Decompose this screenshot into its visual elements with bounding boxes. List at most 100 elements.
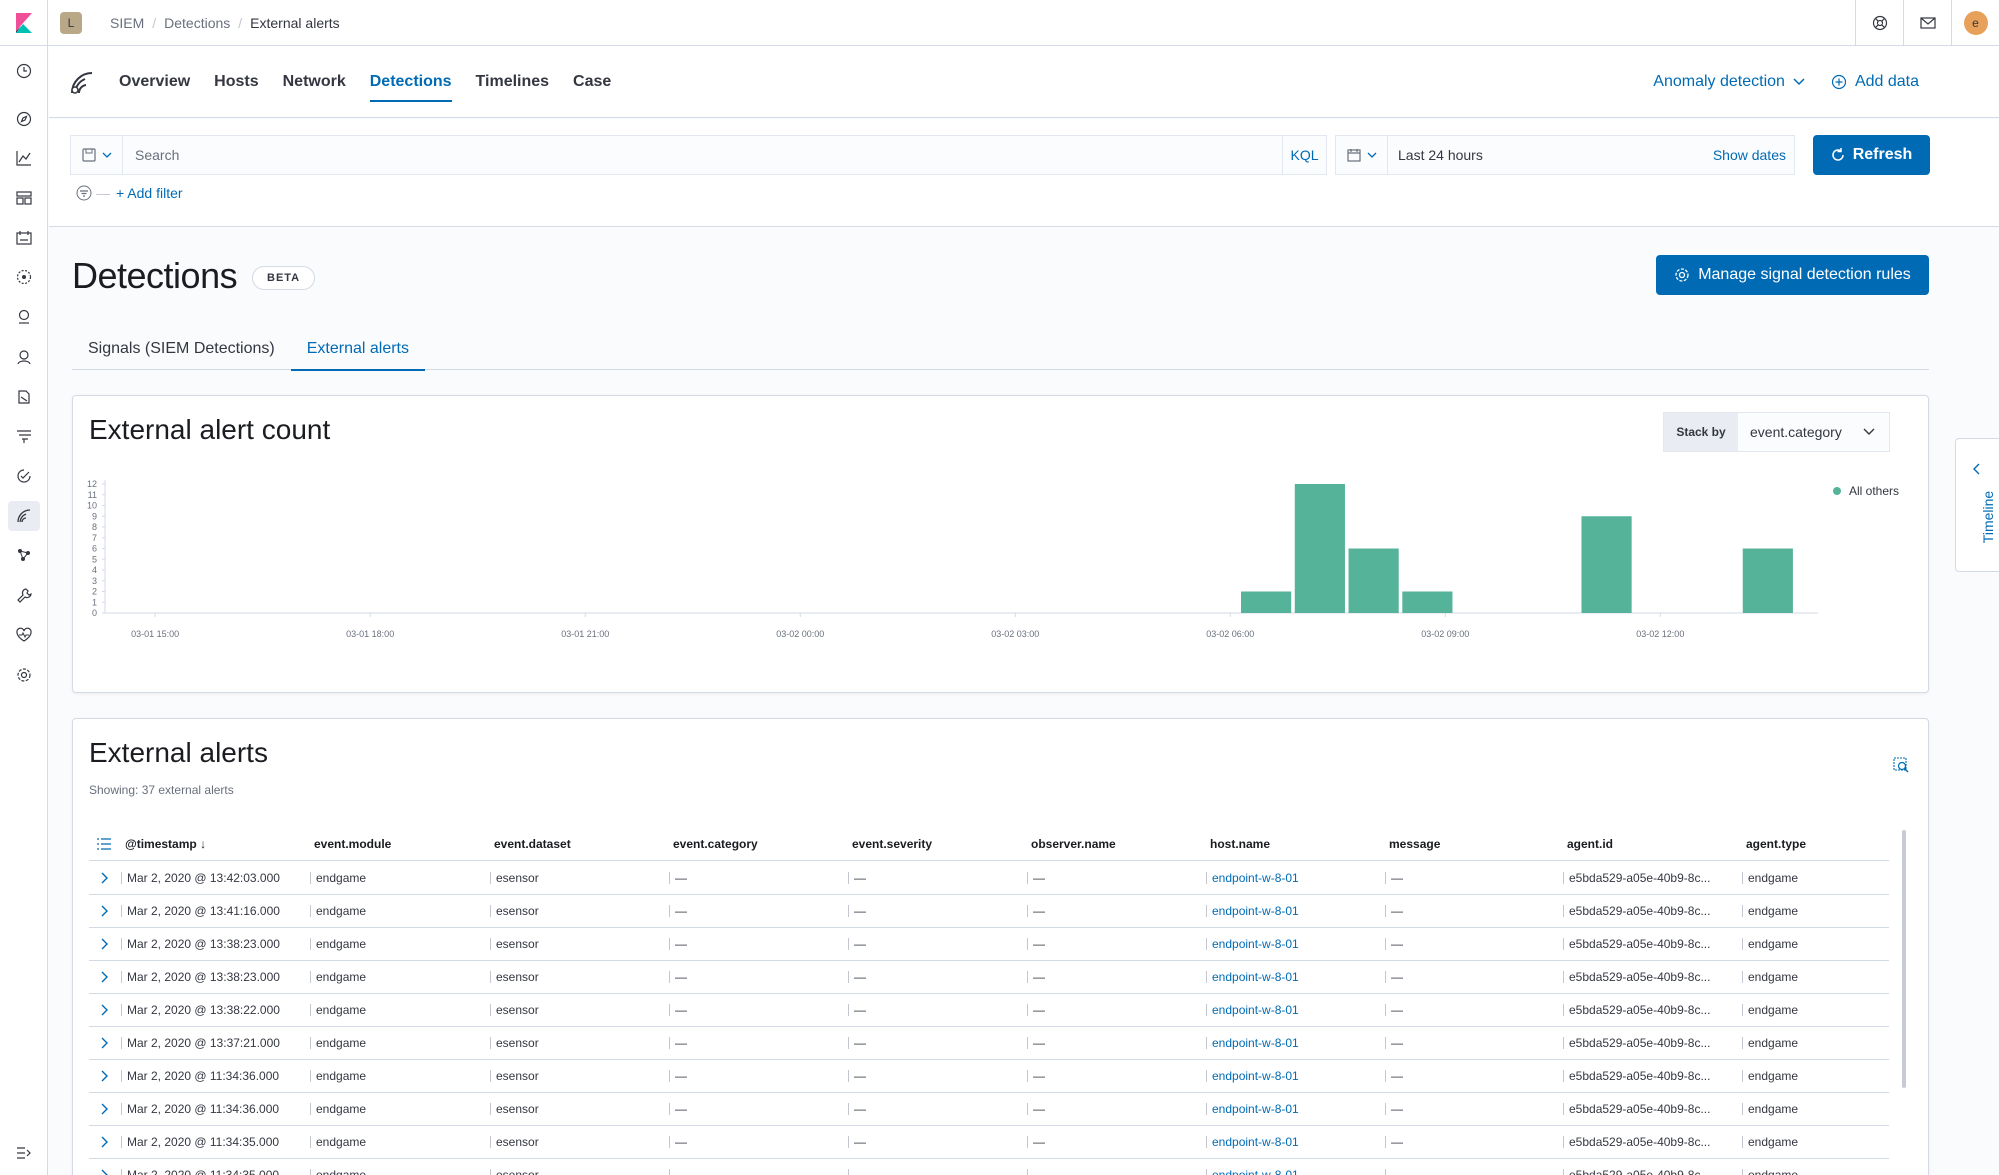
discover-icon[interactable] bbox=[13, 108, 35, 130]
drag-handle[interactable] bbox=[121, 1136, 122, 1148]
table-scrollbar[interactable] bbox=[1902, 830, 1906, 1088]
drag-handle[interactable] bbox=[310, 872, 311, 884]
date-range-label[interactable]: Last 24 hours bbox=[1388, 147, 1713, 163]
manage-rules-button[interactable]: Manage signal detection rules bbox=[1656, 255, 1929, 295]
cell-host-name[interactable]: endpoint-w-8-01 bbox=[1206, 1168, 1299, 1175]
drag-handle[interactable] bbox=[848, 971, 849, 983]
drag-handle[interactable] bbox=[490, 1004, 491, 1016]
space-avatar[interactable]: L bbox=[60, 11, 82, 34]
table-row[interactable]: Mar 2, 2020 @ 11:34:36.000 endgame esensor… bbox=[89, 1093, 1889, 1126]
drag-handle[interactable] bbox=[310, 938, 311, 950]
add-data-button[interactable]: Add data bbox=[1831, 73, 1919, 91]
drag-handle[interactable] bbox=[669, 872, 670, 884]
drag-handle[interactable] bbox=[1206, 938, 1207, 950]
expand-row-icon[interactable] bbox=[101, 905, 109, 917]
infra-icon[interactable] bbox=[13, 346, 35, 368]
timeline-flyout-button[interactable]: Timeline bbox=[1955, 438, 1999, 572]
chart-bar[interactable] bbox=[1294, 484, 1345, 613]
column-header-event-category[interactable]: event.category bbox=[673, 837, 758, 851]
drag-handle[interactable] bbox=[1385, 872, 1386, 884]
cell-host-name[interactable]: endpoint-w-8-01 bbox=[1206, 1069, 1299, 1083]
drag-handle[interactable] bbox=[1742, 872, 1743, 884]
table-row[interactable]: Mar 2, 2020 @ 13:38:23.000 endgame esensor… bbox=[89, 961, 1889, 994]
table-row[interactable]: Mar 2, 2020 @ 13:38:22.000 endgame esensor… bbox=[89, 994, 1889, 1027]
column-header-agent-id[interactable]: agent.id bbox=[1567, 837, 1613, 851]
column-header-observer-name[interactable]: observer.name bbox=[1031, 837, 1116, 851]
uptime-icon[interactable] bbox=[13, 465, 35, 487]
add-filter-button[interactable]: + Add filter bbox=[116, 185, 183, 201]
drag-handle[interactable] bbox=[1563, 1037, 1564, 1049]
drag-handle[interactable] bbox=[121, 1103, 122, 1115]
help-button[interactable] bbox=[1855, 0, 1903, 46]
drag-handle[interactable] bbox=[121, 905, 122, 917]
drag-handle[interactable] bbox=[669, 1169, 670, 1175]
drag-handle[interactable] bbox=[848, 1169, 849, 1175]
drag-handle[interactable] bbox=[121, 872, 122, 884]
cell-host-name[interactable]: endpoint-w-8-01 bbox=[1206, 871, 1299, 885]
drag-handle[interactable] bbox=[1742, 1103, 1743, 1115]
drag-handle[interactable] bbox=[1385, 1169, 1386, 1175]
drag-handle[interactable] bbox=[1027, 1169, 1028, 1175]
cell-host-name[interactable]: endpoint-w-8-01 bbox=[1206, 937, 1299, 951]
drag-handle[interactable] bbox=[1385, 938, 1386, 950]
expand-row-icon[interactable] bbox=[101, 1037, 109, 1049]
drag-handle[interactable] bbox=[1027, 1037, 1028, 1049]
drag-handle[interactable] bbox=[848, 1037, 849, 1049]
drag-handle[interactable] bbox=[310, 905, 311, 917]
drag-handle[interactable] bbox=[848, 905, 849, 917]
drag-handle[interactable] bbox=[1563, 971, 1564, 983]
tab-hosts[interactable]: Hosts bbox=[214, 46, 258, 118]
column-header-agent-type[interactable]: agent.type bbox=[1746, 837, 1806, 851]
drag-handle[interactable] bbox=[669, 971, 670, 983]
table-row[interactable]: Mar 2, 2020 @ 11:34:35.000 endgame esensor… bbox=[89, 1126, 1889, 1159]
column-header-event-severity[interactable]: event.severity bbox=[852, 837, 932, 851]
drag-handle[interactable] bbox=[310, 1004, 311, 1016]
drag-handle[interactable] bbox=[121, 1169, 122, 1175]
drag-handle[interactable] bbox=[490, 1169, 491, 1175]
drag-handle[interactable] bbox=[848, 1103, 849, 1115]
drag-handle[interactable] bbox=[1027, 971, 1028, 983]
drag-handle[interactable] bbox=[121, 1070, 122, 1082]
maps-icon[interactable] bbox=[13, 266, 35, 288]
drag-handle[interactable] bbox=[1563, 1169, 1564, 1175]
drag-handle[interactable] bbox=[1385, 1004, 1386, 1016]
graph-icon[interactable] bbox=[13, 544, 35, 566]
anomaly-detection-button[interactable]: Anomaly detection bbox=[1653, 73, 1805, 91]
drag-handle[interactable] bbox=[1385, 1070, 1386, 1082]
cell-host-name[interactable]: endpoint-w-8-01 bbox=[1206, 1102, 1299, 1116]
cell-host-name[interactable]: endpoint-w-8-01 bbox=[1206, 970, 1299, 984]
drag-handle[interactable] bbox=[1027, 1136, 1028, 1148]
table-row[interactable]: Mar 2, 2020 @ 11:34:35.000 endgame esensor… bbox=[89, 1159, 1889, 1175]
drag-handle[interactable] bbox=[669, 1103, 670, 1115]
siem-icon[interactable] bbox=[8, 501, 40, 531]
drag-handle[interactable] bbox=[1385, 971, 1386, 983]
drag-handle[interactable] bbox=[848, 938, 849, 950]
tab-overview[interactable]: Overview bbox=[119, 46, 190, 118]
expand-row-icon[interactable] bbox=[101, 938, 109, 950]
drag-handle[interactable] bbox=[490, 1037, 491, 1049]
visualize-icon[interactable] bbox=[13, 147, 35, 169]
breadcrumb-siem[interactable]: SIEM bbox=[110, 15, 144, 31]
drag-handle[interactable] bbox=[1027, 872, 1028, 884]
cell-host-name[interactable]: endpoint-w-8-01 bbox=[1206, 1036, 1299, 1050]
kibana-logo[interactable] bbox=[0, 0, 48, 46]
kql-toggle[interactable]: KQL bbox=[1282, 136, 1326, 174]
drag-handle[interactable] bbox=[669, 938, 670, 950]
drag-handle[interactable] bbox=[1027, 1103, 1028, 1115]
drag-handle[interactable] bbox=[1563, 1136, 1564, 1148]
cell-host-name[interactable]: endpoint-w-8-01 bbox=[1206, 1135, 1299, 1149]
drag-handle[interactable] bbox=[1206, 1004, 1207, 1016]
drag-handle[interactable] bbox=[1206, 1037, 1207, 1049]
drag-handle[interactable] bbox=[490, 1070, 491, 1082]
drag-handle[interactable] bbox=[490, 971, 491, 983]
drag-handle[interactable] bbox=[1027, 905, 1028, 917]
drag-handle[interactable] bbox=[1742, 1169, 1743, 1175]
column-header-event-module[interactable]: event.module bbox=[314, 837, 391, 851]
refresh-button[interactable]: Refresh bbox=[1813, 135, 1930, 175]
drag-handle[interactable] bbox=[1742, 1037, 1743, 1049]
drag-handle[interactable] bbox=[1027, 1004, 1028, 1016]
drag-handle[interactable] bbox=[1385, 1037, 1386, 1049]
breadcrumb-detections[interactable]: Detections bbox=[164, 15, 230, 31]
management-icon[interactable] bbox=[13, 664, 35, 686]
drag-handle[interactable] bbox=[1563, 1004, 1564, 1016]
